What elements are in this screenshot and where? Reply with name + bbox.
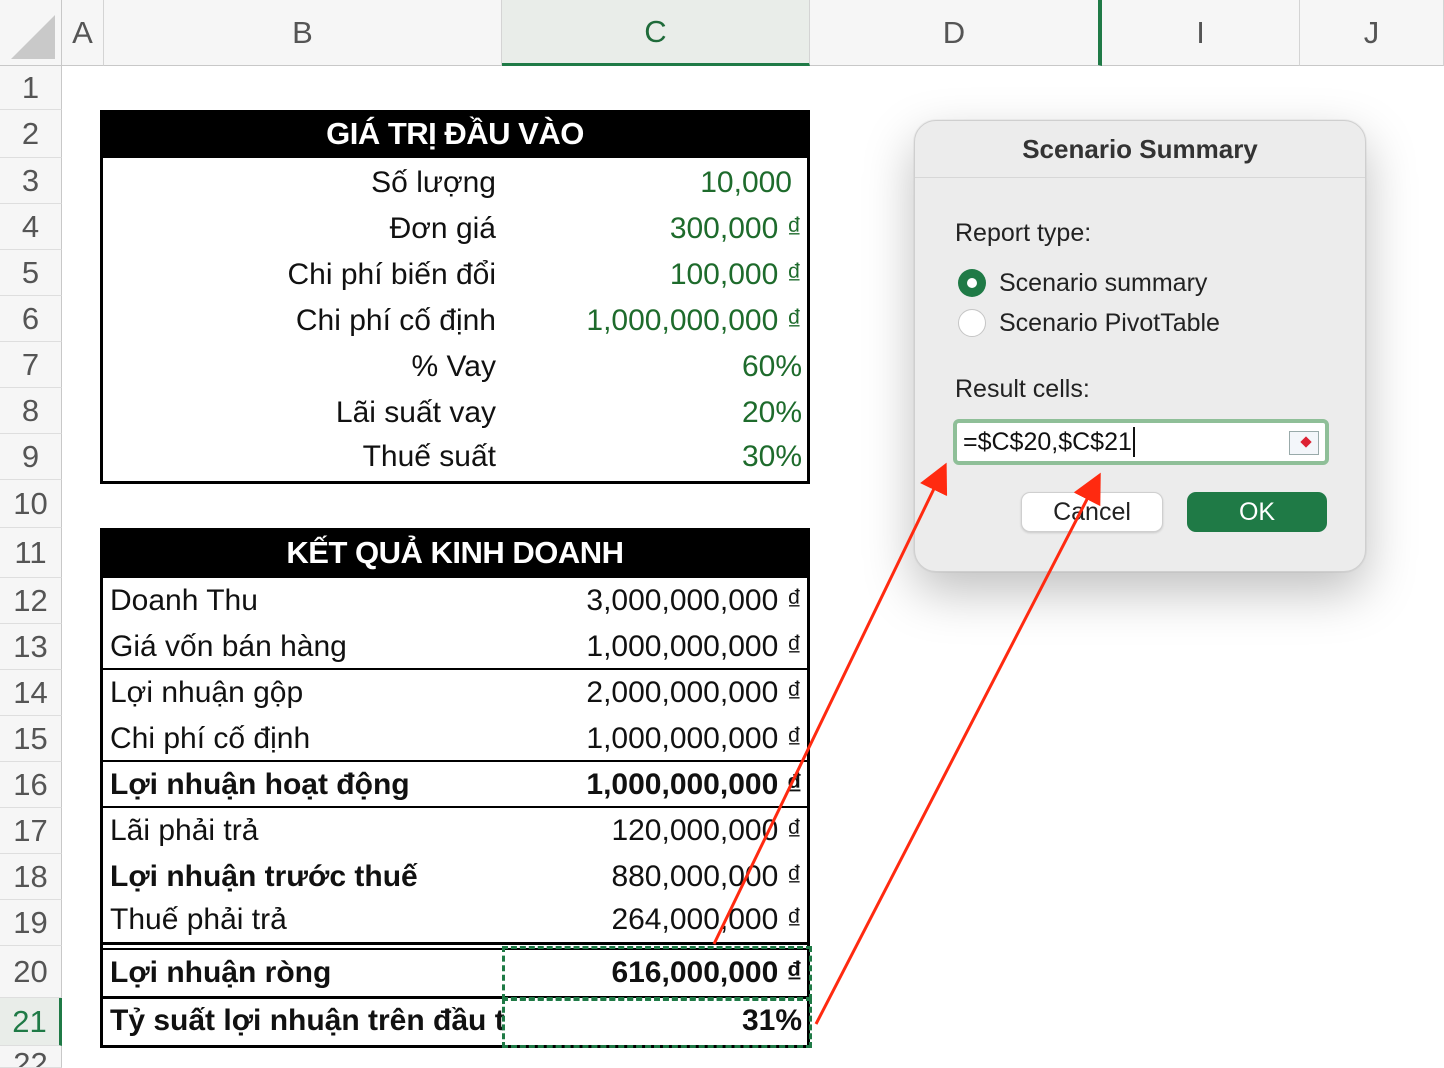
annotation-arrows	[712, 462, 1101, 1025]
arrow-from-c21	[814, 472, 1101, 1025]
arrow-from-c20	[712, 462, 948, 945]
